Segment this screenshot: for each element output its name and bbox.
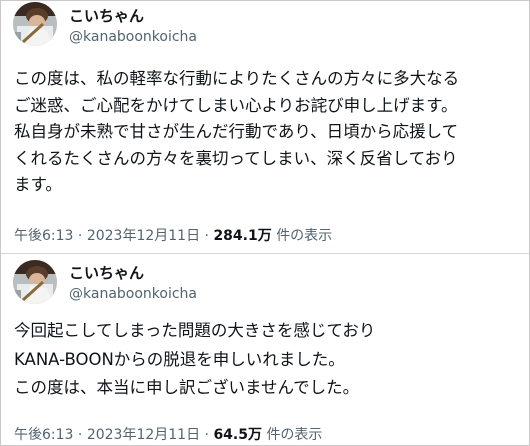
- tweet-text-line: KANA-BOONからの脱退を申しいれました。: [14, 349, 345, 369]
- screenshot-frame: こいちゃん @kanaboonkoicha この度は、私の軽率な行動によりたくさ…: [0, 0, 530, 446]
- tweet-time[interactable]: 午後6:13: [14, 427, 73, 443]
- tweet-text-line: この度は、本当に申し訳ございませんでした。: [14, 378, 360, 397]
- views-count[interactable]: 284.1万: [213, 228, 271, 244]
- tweet-date[interactable]: 2023年12月11日: [87, 228, 200, 244]
- views-label: 件の表示: [276, 228, 333, 244]
- meta-separator: ·: [204, 427, 209, 443]
- tweet-meta: 午後6:13 · 2023年12月11日 · 284.1万 件の表示: [14, 225, 332, 245]
- profile-photo-icon: [13, 2, 57, 46]
- tweet-time[interactable]: 午後6:13: [14, 228, 73, 244]
- meta-separator: ·: [204, 228, 209, 244]
- meta-separator: ·: [77, 228, 83, 244]
- tweet-text-line: ご迷惑、ご心配をかけてしまい心よりお詫び申し上げます。: [14, 95, 458, 115]
- views-count[interactable]: 64.5万: [213, 427, 262, 443]
- user-handle[interactable]: @kanaboonkoicha: [69, 286, 197, 302]
- tweet-date[interactable]: 2023年12月11日: [87, 427, 200, 443]
- tweet-text-line: 今回起こしてしまった問題の大きさを感じており: [14, 321, 376, 340]
- tweet-card[interactable]: こいちゃん @kanaboonkoicha 今回起こしてしまった問題の大きさを感…: [1, 254, 529, 445]
- profile-avatar[interactable]: [13, 260, 57, 304]
- tweet-text-line: 私自身が未熟で甘さが生んだ行動であり、日頃から応援して: [14, 122, 459, 141]
- views-label: 件の表示: [266, 427, 323, 443]
- tweet-text-line: くれるたくさんの方々を裏切ってしまい、深く反省しており: [14, 148, 458, 168]
- tweet-text-line: ます。: [14, 175, 62, 194]
- tweet-text: 今回起こしてしまった問題の大きさを感じており KANA-BOONからの脱退を申し…: [14, 317, 519, 403]
- profile-avatar[interactable]: [13, 2, 57, 46]
- tweet-card[interactable]: こいちゃん @kanaboonkoicha この度は、私の軽率な行動によりたくさ…: [1, 1, 529, 253]
- display-name[interactable]: こいちゃん: [69, 5, 144, 26]
- tweet-text-line: この度は、私の軽率な行動によりたくさんの方々に多大なる: [14, 69, 460, 88]
- tweet-text: この度は、私の軽率な行動によりたくさんの方々に多大なる ご迷惑、ご心配をかけてし…: [14, 66, 519, 199]
- meta-separator: ·: [77, 427, 83, 443]
- profile-photo-icon: [13, 260, 57, 304]
- user-handle[interactable]: @kanaboonkoicha: [69, 29, 197, 45]
- tweet-meta: 午後6:13 · 2023年12月11日 · 64.5万 件の表示: [14, 424, 322, 444]
- display-name[interactable]: こいちゃん: [69, 262, 144, 283]
